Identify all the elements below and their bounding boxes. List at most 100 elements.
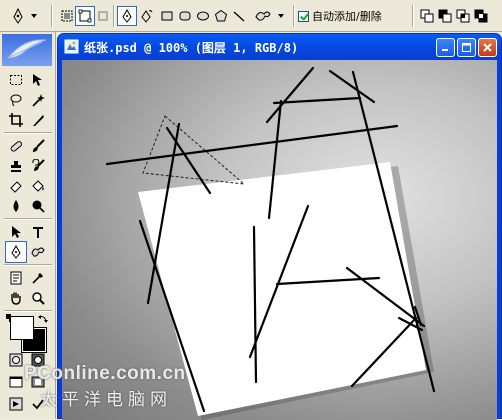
toolbox [0,32,56,419]
toolbox-header[interactable] [2,34,52,66]
marquee-tool[interactable] [6,70,26,90]
notes-icon [10,271,22,285]
custom-shape-tool[interactable] [28,242,48,262]
paths-button[interactable] [75,6,95,26]
image-canvas[interactable] [62,60,497,420]
path-add-button[interactable] [418,6,436,26]
chevron-down-icon [31,14,37,18]
standard-mode-icon [9,353,23,367]
jump-to-imageready-icon [9,397,23,411]
swap-colors-icon[interactable] [38,314,48,324]
screen-mode-full-button[interactable] [28,372,48,392]
freeform-pen-button[interactable] [138,6,156,26]
magic-wand-icon [32,94,45,107]
healing-brush-icon [10,141,23,152]
auto-add-delete-checkbox[interactable]: 自动添加/删除 [298,6,382,26]
move-tool[interactable] [28,70,48,90]
lasso-tool[interactable] [6,90,26,110]
notes-tool[interactable] [6,268,26,288]
crop-tool[interactable] [6,110,26,130]
screen-mode-standard-button[interactable] [6,372,26,392]
rounded-rectangle-tool-button[interactable] [176,6,194,26]
custom-shape-icon [255,11,271,21]
jump-to-imageready-button[interactable] [6,394,26,414]
path-subtract-button[interactable] [436,6,454,26]
checkmark-icon [32,399,44,410]
hand-tool[interactable] [6,288,26,308]
fill-pixels-icon [98,11,108,21]
polygon-icon [214,9,228,22]
document-titlebar[interactable]: 纸张.psd @ 100% (图层 1, RGB/8) [58,34,501,60]
eraser-icon [10,181,22,193]
minimize-button[interactable] [436,38,455,57]
ellipse-tool-button[interactable] [194,6,212,26]
path-intersect-icon [456,9,470,23]
close-button[interactable] [478,38,497,57]
artwork [105,66,436,420]
rectangle-tool-button[interactable] [158,6,176,26]
pen-icon [122,9,132,23]
standard-mode-button[interactable] [6,350,26,370]
checkbox-checked-icon [298,10,309,22]
feather-logo-icon [6,39,47,59]
dodge-icon [32,200,45,213]
blur-icon [13,200,19,212]
triangle-selection-path [142,115,246,185]
maximize-button[interactable] [457,38,476,57]
history-brush-tool[interactable] [28,156,48,176]
magic-wand-tool[interactable] [28,90,48,110]
quick-mask-button[interactable] [28,350,48,370]
zoom-tool[interactable] [28,288,48,308]
path-selection-tool[interactable] [6,222,26,242]
extra-tool-button[interactable] [28,394,48,414]
marquee-icon [10,75,22,85]
pen-icon [11,245,21,259]
pen-tool-icon [13,8,23,24]
history-brush-icon [32,159,45,171]
slice-tool[interactable] [28,110,48,130]
ellipse-icon [197,11,209,21]
close-icon [483,43,492,52]
custom-shape-tool-button[interactable] [250,6,288,26]
foreground-color-swatch[interactable] [10,316,34,340]
photoshop-document-icon [64,39,79,54]
move-icon [33,74,42,86]
screen-mode-icon [31,376,45,388]
quick-mask-icon [31,353,45,367]
pen-button[interactable] [117,6,137,26]
type-icon [33,227,43,238]
document-title: 纸张.psd @ 100% (图层 1, RGB/8) [84,41,299,55]
paper-sheet [138,162,426,416]
paint-bucket-icon [32,180,44,192]
path-add-icon [420,9,434,23]
healing-brush-tool[interactable] [6,136,26,156]
path-subtract-icon [438,9,452,23]
dodge-tool[interactable] [28,196,48,216]
rounded-rectangle-icon [179,11,191,21]
path-intersect-button[interactable] [454,6,472,26]
rectangle-icon [161,11,173,21]
options-bar: 自动添加/删除 [0,0,502,32]
slice-icon [33,115,44,126]
eraser-tool[interactable] [6,176,26,196]
color-swatches [6,314,50,354]
blur-tool[interactable] [6,196,26,216]
path-exclude-button[interactable] [472,6,490,26]
pen-tool[interactable] [5,241,27,263]
type-tool[interactable] [28,222,48,242]
fill-pixels-button[interactable] [94,6,112,26]
shape-layers-icon [61,10,73,22]
brush-tool[interactable] [28,136,48,156]
shape-layers-button[interactable] [58,6,76,26]
clone-stamp-tool[interactable] [6,156,26,176]
crop-icon [9,113,23,127]
brush-icon [33,139,45,152]
polygon-tool-button[interactable] [212,6,230,26]
eyedropper-icon [32,273,43,284]
clone-stamp-icon [11,161,21,172]
eyedropper-tool[interactable] [28,268,48,288]
paths-icon [78,9,92,23]
tool-preset-picker[interactable] [4,6,44,26]
line-tool-button[interactable] [230,6,248,26]
paint-bucket-tool[interactable] [28,176,48,196]
